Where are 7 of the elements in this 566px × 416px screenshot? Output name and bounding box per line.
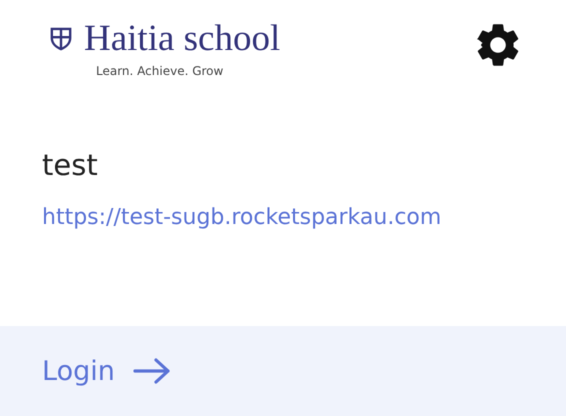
school-name: Haitia school [84,18,280,60]
shield-icon [50,27,72,51]
site-name: test [42,147,98,184]
site-link[interactable]: https://test-sugb.rocketsparkau.com [42,205,442,230]
login-button[interactable]: Login [42,356,171,386]
tagline: Learn. Achieve. Grow [96,64,224,78]
arrow-right-icon [132,358,171,384]
